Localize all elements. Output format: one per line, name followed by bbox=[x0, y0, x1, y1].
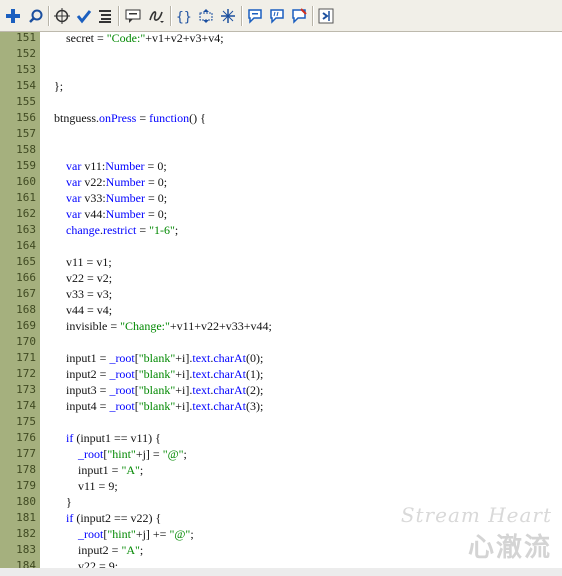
magnifier-icon bbox=[29, 9, 43, 23]
toolbar-separator bbox=[48, 6, 50, 26]
insert-target-path-button[interactable] bbox=[53, 7, 71, 25]
debug-icon bbox=[149, 11, 164, 23]
comment-line-icon bbox=[270, 9, 284, 24]
line-number: 159 bbox=[16, 159, 36, 172]
collapse-icon bbox=[199, 9, 213, 23]
expand-icon bbox=[221, 9, 235, 23]
line-number: 158 bbox=[16, 143, 36, 156]
code-line[interactable]: } bbox=[54, 494, 72, 510]
code-line[interactable]: input4 = _root["blank"+i].text.charAt(3)… bbox=[54, 398, 263, 414]
code-line[interactable]: input3 = _root["blank"+i].text.charAt(2)… bbox=[54, 382, 263, 398]
line-number: 177 bbox=[16, 447, 36, 460]
lines-icon bbox=[99, 10, 111, 23]
line-number: 165 bbox=[16, 255, 36, 268]
debug-options-button[interactable] bbox=[147, 7, 165, 25]
speech-icon bbox=[125, 9, 141, 23]
line-number: 160 bbox=[16, 175, 36, 188]
code-line[interactable]: var v33:Number = 0; bbox=[54, 190, 167, 206]
apply-block-comment-button[interactable] bbox=[246, 7, 264, 25]
line-number: 170 bbox=[16, 335, 36, 348]
panel-arrow-icon bbox=[318, 8, 334, 24]
code-line[interactable]: v22 = v2; bbox=[54, 270, 112, 286]
line-number: 182 bbox=[16, 527, 36, 540]
line-number: 172 bbox=[16, 367, 36, 380]
line-number: 153 bbox=[16, 63, 36, 76]
code-line[interactable]: secret = "Code:"+v1+v2+v3+v4; bbox=[54, 32, 224, 46]
code-line[interactable]: if (input2 == v22) { bbox=[54, 510, 161, 526]
line-number: 169 bbox=[16, 319, 36, 332]
line-number: 151 bbox=[16, 32, 36, 44]
code-line[interactable]: var v11:Number = 0; bbox=[54, 158, 167, 174]
line-number: 161 bbox=[16, 191, 36, 204]
apply-line-comment-button[interactable] bbox=[268, 7, 286, 25]
collapse-selection-button[interactable] bbox=[197, 7, 215, 25]
show-hide-toolbox-button[interactable] bbox=[317, 7, 335, 25]
code-line[interactable]: var v22:Number = 0; bbox=[54, 174, 167, 190]
collapse-braces-button[interactable]: {} bbox=[175, 7, 193, 25]
code-line[interactable]: if (input1 == v11) { bbox=[54, 430, 161, 446]
code-line[interactable]: btnguess.onPress = function() { bbox=[54, 110, 206, 126]
code-line[interactable]: }; bbox=[54, 78, 63, 94]
code-line[interactable]: input2 = _root["blank"+i].text.charAt(1)… bbox=[54, 366, 263, 382]
line-number: 152 bbox=[16, 47, 36, 60]
line-number: 163 bbox=[16, 223, 36, 236]
line-number: 179 bbox=[16, 479, 36, 492]
line-number: 157 bbox=[16, 127, 36, 140]
toolbar-separator bbox=[118, 6, 120, 26]
line-number: 175 bbox=[16, 415, 36, 428]
show-code-hint-button[interactable] bbox=[124, 7, 142, 25]
line-number: 156 bbox=[16, 111, 36, 124]
check-syntax-button[interactable] bbox=[75, 7, 93, 25]
code-line[interactable]: input1 = _root["blank"+i].text.charAt(0)… bbox=[54, 350, 263, 366]
line-number: 180 bbox=[16, 495, 36, 508]
line-number: 174 bbox=[16, 399, 36, 412]
code-line[interactable]: change.restrict = "1-6"; bbox=[54, 222, 178, 238]
line-number: 164 bbox=[16, 239, 36, 252]
code-line[interactable]: invisible = "Change:"+v11+v22+v33+v44; bbox=[54, 318, 272, 334]
toolbar-separator bbox=[170, 6, 172, 26]
line-number: 183 bbox=[16, 543, 36, 556]
expand-all-button[interactable] bbox=[219, 7, 237, 25]
line-number: 154 bbox=[16, 79, 36, 92]
code-line[interactable]: v44 = v4; bbox=[54, 302, 112, 318]
actions-toolbar: {} bbox=[0, 0, 562, 32]
line-number: 181 bbox=[16, 511, 36, 524]
code-line[interactable]: v33 = v3; bbox=[54, 286, 112, 302]
line-number: 178 bbox=[16, 463, 36, 476]
remove-comment-button[interactable] bbox=[290, 7, 308, 25]
crosshair-icon bbox=[54, 8, 70, 24]
toolbar-separator bbox=[241, 6, 243, 26]
line-number: 176 bbox=[16, 431, 36, 444]
line-number: 167 bbox=[16, 287, 36, 300]
line-number: 166 bbox=[16, 271, 36, 284]
auto-format-button[interactable] bbox=[96, 7, 114, 25]
plus-icon bbox=[6, 9, 20, 23]
line-number: 168 bbox=[16, 303, 36, 316]
comment-remove-icon bbox=[292, 8, 307, 24]
line-number: 162 bbox=[16, 207, 36, 220]
code-line[interactable]: v11 = v1; bbox=[54, 254, 112, 270]
toolbar-separator bbox=[312, 6, 314, 26]
checkmark-icon bbox=[76, 10, 92, 24]
code-line[interactable]: _root["hint"+j] += "@"; bbox=[54, 526, 194, 542]
script-editor[interactable]: 151 152 153 154 155 156 157 158 159 160 161 162 163 1… bbox=[0, 32, 562, 576]
add-statement-button[interactable] bbox=[4, 7, 22, 25]
code-area[interactable]: secret = "Code:"+v1+v2+v3+v4;}; btnguess.… bbox=[40, 32, 562, 576]
code-line[interactable]: v11 = 9; bbox=[54, 478, 118, 494]
line-number: 155 bbox=[16, 95, 36, 108]
svg-text:{}: {} bbox=[176, 10, 192, 24]
code-line[interactable]: _root["hint"+j] = "@"; bbox=[54, 446, 187, 462]
line-number: 171 bbox=[16, 351, 36, 364]
line-number-gutter: 151 152 153 154 155 156 157 158 159 160 161 162 163 1… bbox=[0, 32, 41, 576]
comment-block-icon bbox=[248, 9, 262, 24]
code-line[interactable]: var v44:Number = 0; bbox=[54, 206, 167, 222]
horizontal-scrollbar[interactable] bbox=[0, 568, 562, 576]
find-button[interactable] bbox=[27, 7, 45, 25]
code-line[interactable]: input2 = "A"; bbox=[54, 542, 143, 558]
braces-icon: {} bbox=[176, 10, 192, 24]
line-number: 173 bbox=[16, 383, 36, 396]
code-line[interactable]: input1 = "A"; bbox=[54, 462, 143, 478]
